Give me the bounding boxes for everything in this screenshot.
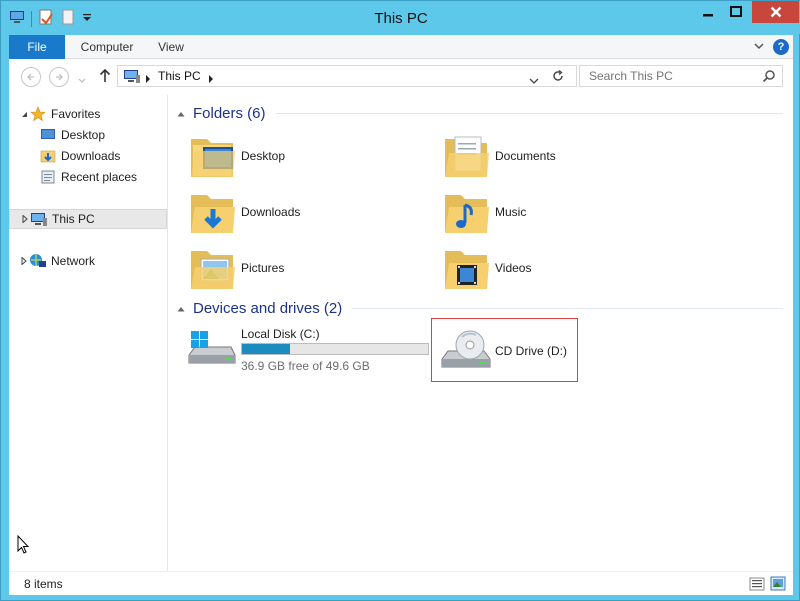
address-row: This PC — [9, 59, 793, 95]
nav-desktop[interactable]: Desktop — [9, 125, 167, 145]
maximize-button[interactable] — [723, 1, 749, 23]
details-view-icon[interactable] — [749, 577, 765, 594]
this-pc-icon — [30, 211, 48, 227]
drive-usage-bar — [241, 343, 429, 355]
minimize-button[interactable] — [695, 1, 721, 23]
desktop-folder-icon — [189, 131, 237, 181]
close-button[interactable] — [752, 1, 799, 23]
nav-this-pc-label: This PC — [52, 212, 95, 226]
ribbon: File Computer View ? — [9, 35, 793, 59]
forward-button[interactable] — [49, 67, 69, 87]
address-dropdown-icon[interactable] — [529, 73, 539, 87]
nav-network[interactable]: Network — [9, 251, 167, 271]
large-icons-view-icon[interactable] — [770, 576, 786, 594]
search-input[interactable] — [580, 66, 760, 86]
refresh-icon[interactable] — [551, 69, 565, 86]
mouse-pointer-icon — [17, 534, 30, 558]
nav-favorites[interactable]: Favorites — [9, 104, 167, 124]
music-folder-icon — [443, 187, 491, 237]
expand-ribbon-icon[interactable] — [753, 40, 765, 55]
nav-recent-places-label: Recent places — [61, 170, 138, 184]
collapse-arrow-icon[interactable] — [19, 111, 29, 118]
breadcrumb-this-pc[interactable]: This PC — [158, 69, 201, 83]
search-box[interactable] — [579, 65, 783, 87]
folder-desktop[interactable]: Desktop — [189, 131, 429, 185]
explorer-window: This PC File Computer View ? This PC Sea… — [0, 0, 800, 601]
drive-label: CD Drive (D:) — [495, 344, 567, 358]
nav-downloads-label: Downloads — [61, 149, 121, 163]
nav-desktop-label: Desktop — [61, 128, 106, 142]
drive-local-disk-c[interactable]: Local Disk (C:) 36.9 GB free of 49.6 GB — [187, 325, 437, 389]
collapse-arrow-icon[interactable] — [177, 301, 185, 315]
drive-free-space: 36.9 GB free of 49.6 GB — [241, 359, 370, 373]
folder-videos[interactable]: Videos — [443, 243, 683, 297]
expand-arrow-icon[interactable] — [19, 257, 29, 265]
navigation-pane: Favorites Desktop Downloads Recent place… — [9, 95, 168, 571]
recent-locations-icon[interactable] — [78, 73, 86, 87]
recent-places-icon — [39, 169, 57, 185]
tab-view[interactable]: View — [155, 35, 187, 59]
nav-network-label: Network — [51, 254, 96, 268]
group-title-drives: Devices and drives (2) — [193, 299, 343, 317]
downloads-folder-icon — [189, 187, 237, 237]
downloads-folder-icon — [39, 148, 57, 164]
content-pane: Folders (6) Desktop Documents Downloads … — [169, 95, 793, 571]
help-icon[interactable]: ? — [773, 39, 789, 55]
main-area: Favorites Desktop Downloads Recent place… — [9, 95, 793, 571]
tab-file[interactable]: File — [9, 35, 65, 59]
up-arrow-icon[interactable] — [99, 68, 111, 87]
star-icon — [29, 106, 47, 122]
folder-downloads[interactable]: Downloads — [189, 187, 429, 241]
folder-label: Music — [495, 205, 527, 219]
nav-downloads[interactable]: Downloads — [9, 146, 167, 166]
nav-recent-places[interactable]: Recent places — [9, 167, 167, 187]
network-icon — [29, 253, 47, 269]
folder-label: Desktop — [241, 149, 286, 163]
drive-label: Local Disk (C:) — [241, 327, 320, 341]
address-bar[interactable]: This PC — [117, 65, 577, 87]
group-header-drives[interactable]: Devices and drives (2) — [177, 298, 783, 318]
pictures-folder-icon — [189, 243, 237, 293]
nav-this-pc[interactable]: This PC — [9, 209, 167, 229]
folder-pictures[interactable]: Pictures — [189, 243, 429, 297]
desktop-icon — [39, 127, 57, 143]
expand-arrow-icon[interactable] — [20, 215, 30, 223]
status-bar: 8 items — [9, 571, 793, 595]
breadcrumb-arrow-icon[interactable] — [145, 72, 151, 86]
title-bar: This PC — [1, 1, 800, 34]
folder-music[interactable]: Music — [443, 187, 683, 241]
breadcrumb-arrow-icon[interactable] — [208, 72, 214, 86]
folder-label: Videos — [495, 261, 532, 275]
nav-favorites-label: Favorites — [51, 107, 101, 121]
group-header-folders[interactable]: Folders (6) — [177, 103, 783, 123]
folder-label: Downloads — [241, 205, 301, 219]
cd-drive-icon — [440, 329, 492, 376]
group-title-folders: Folders (6) — [193, 104, 266, 122]
back-button[interactable] — [21, 67, 41, 87]
folder-documents[interactable]: Documents — [443, 131, 683, 185]
videos-folder-icon — [443, 243, 491, 293]
drive-usage-fill — [242, 344, 290, 354]
collapse-arrow-icon[interactable] — [177, 106, 185, 120]
this-pc-icon — [123, 69, 141, 87]
window-title: This PC — [374, 10, 428, 27]
tab-computer[interactable]: Computer — [77, 35, 137, 59]
search-icon[interactable] — [762, 69, 776, 86]
folder-label: Pictures — [241, 261, 285, 275]
item-count: 8 items — [24, 577, 63, 591]
hard-disk-icon — [187, 329, 237, 372]
folder-label: Documents — [495, 149, 556, 163]
documents-folder-icon — [443, 131, 491, 181]
group-divider — [275, 112, 783, 114]
group-divider — [352, 307, 783, 309]
drive-cd-d[interactable]: CD Drive (D:) — [431, 318, 578, 382]
